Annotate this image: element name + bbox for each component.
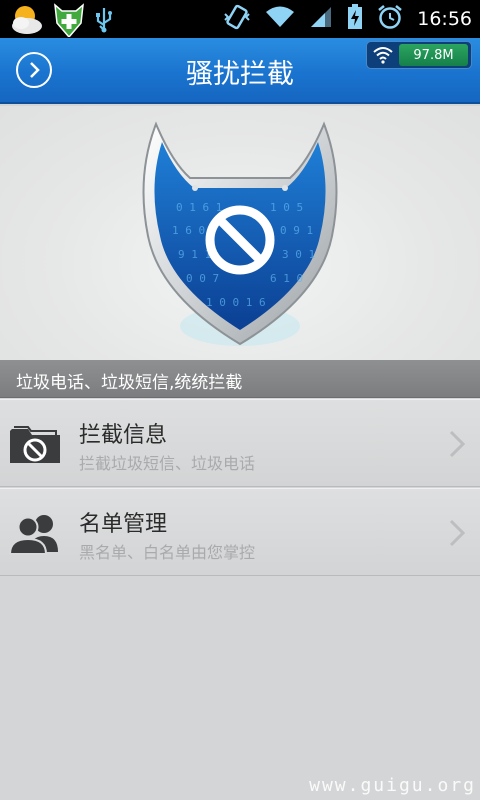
list-item-list-management[interactable]: 名单管理 黑名单、白名单由您掌控 [0,488,480,576]
weather-icon [10,4,44,40]
wifi-icon [265,5,295,33]
folder-block-icon [8,419,64,469]
chevron-right-icon [448,518,466,552]
vibrate-icon [223,4,251,34]
list-item-title: 名单管理 [79,512,168,537]
alarm-icon [377,4,403,34]
usb-icon [94,6,114,38]
contacts-icon [8,508,64,558]
title-bar: 骚扰拦截 97.8M [0,38,480,104]
list-item-subtitle: 拦截垃圾短信、垃圾电话 [79,454,256,473]
shield-block-icon: 0 1 6 11 0 5 1 6 00 9 1 9 1 13 0 1 0 0 7… [142,121,338,346]
svg-text:0 9 1: 0 9 1 [280,224,313,237]
battery-charging-icon [347,4,363,34]
svg-text:3 0 1: 3 0 1 [282,248,315,261]
signal-icon [309,5,333,33]
svg-text:0 0 7: 0 0 7 [186,272,219,285]
banner-text: 垃圾电话、垃圾短信,统统拦截 [16,373,243,393]
wifi-icon [367,46,399,64]
list-item-title: 拦截信息 [79,423,168,448]
svg-text:0 1 6 1: 0 1 6 1 [176,201,222,214]
traffic-value: 97.8M [399,44,468,66]
traffic-monitor-badge[interactable]: 97.8M [366,41,472,69]
svg-text:6 1 0: 6 1 0 [270,272,303,285]
hero-illustration: 0 1 6 11 0 5 1 6 00 9 1 9 1 13 0 1 0 0 7… [0,106,480,360]
list-item-block-messages[interactable]: 拦截信息 拦截垃圾短信、垃圾电话 [0,399,480,487]
banner: 垃圾电话、垃圾短信,统统拦截 [0,360,480,398]
svg-text:1 6 0: 1 6 0 [172,224,205,237]
svg-text:1 0 5: 1 0 5 [270,201,303,214]
clock-time: 16:56 [417,8,472,30]
svg-text:1 0 0 1 6: 1 0 0 1 6 [206,296,266,309]
status-bar: 16:56 [0,0,480,41]
list-item-subtitle: 黑名单、白名单由您掌控 [79,543,256,562]
chevron-right-icon [448,429,466,463]
plus-shield-icon [52,3,86,41]
watermark: www.guigu.org [309,775,476,796]
svg-text:9 1 1: 9 1 1 [178,248,211,261]
